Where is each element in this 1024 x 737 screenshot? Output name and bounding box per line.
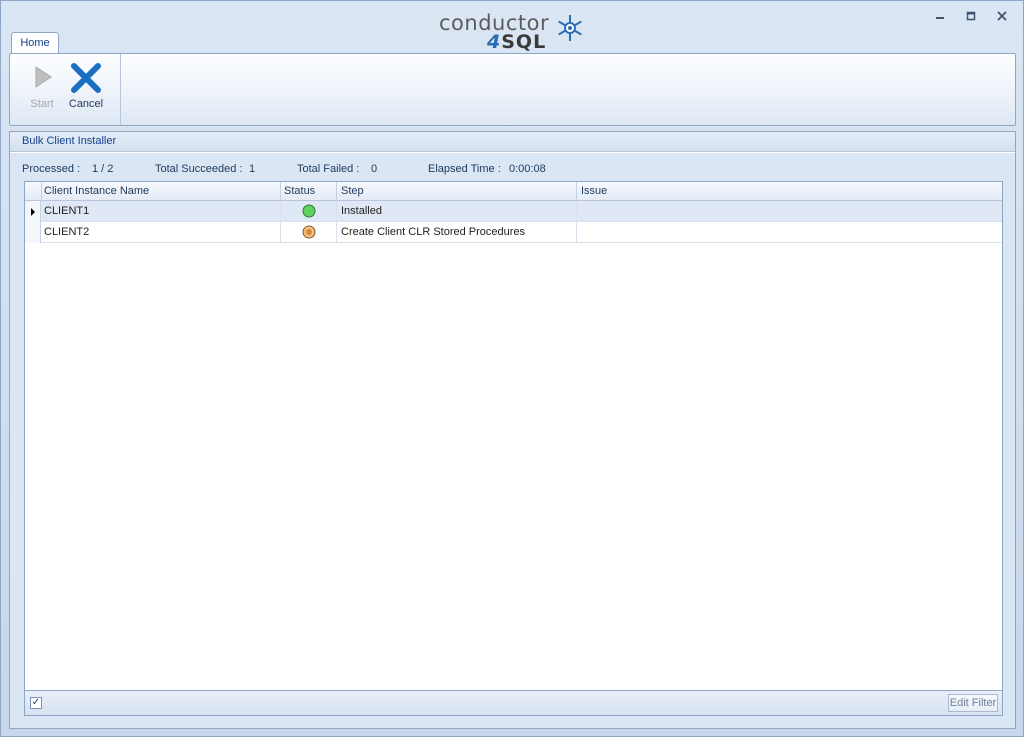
grid-filter-bar: ✓ Edit Filter xyxy=(24,691,1003,716)
edit-filter-button[interactable]: Edit Filter xyxy=(948,694,998,712)
cancel-label: Cancel xyxy=(68,98,104,110)
cell-issue xyxy=(577,222,1002,243)
row-indicator xyxy=(25,222,41,243)
processed-label: Processed : xyxy=(22,163,81,175)
tab-home[interactable]: Home xyxy=(11,32,59,54)
cancel-x-icon xyxy=(71,63,101,93)
cell-client-name: CLIENT1 xyxy=(40,201,281,222)
restore-button[interactable] xyxy=(960,7,982,25)
minimize-button[interactable] xyxy=(929,7,951,25)
panel-body: Processed : 1 / 2 Total Succeeded : 1 To… xyxy=(10,153,1015,728)
restore-icon xyxy=(966,11,976,21)
panel-title: Bulk Client Installer xyxy=(10,132,1015,152)
cell-status xyxy=(280,222,337,243)
elapsed-value: 0:00:08 xyxy=(509,163,546,175)
table-row[interactable]: CLIENT1 Installed xyxy=(25,201,1002,222)
app-window: conductor 4SQL Home Start Cancel Bulk Cl… xyxy=(0,0,1024,737)
start-label: Start xyxy=(30,98,54,110)
row-pointer-icon xyxy=(31,208,35,216)
filter-enabled-checkbox[interactable]: ✓ xyxy=(30,697,42,709)
ribbon-group-actions: Start Cancel xyxy=(10,54,121,125)
processed-value: 1 / 2 xyxy=(92,163,114,175)
cell-step: Create Client CLR Stored Procedures xyxy=(337,222,577,243)
elapsed-label: Elapsed Time : xyxy=(428,163,501,175)
table-row[interactable]: CLIENT2 Create Client CLR Stored Procedu… xyxy=(25,222,1002,243)
cell-step: Installed xyxy=(337,201,577,222)
row-indicator xyxy=(25,201,41,222)
snowflake-icon xyxy=(558,15,582,41)
conductor4sql-logo: conductor 4SQL xyxy=(437,9,589,55)
status-success-icon xyxy=(302,204,316,218)
logo-text-4sql: 4SQL xyxy=(487,31,547,53)
header-step[interactable]: Step xyxy=(337,182,577,201)
header-issue[interactable]: Issue xyxy=(577,182,1002,201)
failed-label: Total Failed : xyxy=(297,163,360,175)
bulk-installer-panel: Bulk Client Installer Processed : 1 / 2 … xyxy=(9,131,1016,729)
failed-value: 0 xyxy=(371,163,378,175)
clients-grid: Client Instance Name Status Step Issue C… xyxy=(24,181,1003,691)
close-icon xyxy=(997,11,1007,21)
cancel-button[interactable]: Cancel xyxy=(64,58,108,112)
close-button[interactable] xyxy=(991,7,1013,25)
start-button[interactable]: Start xyxy=(20,58,64,112)
grid-header: Client Instance Name Status Step Issue xyxy=(25,182,1002,201)
cell-issue xyxy=(577,201,1002,222)
status-in-progress-icon xyxy=(302,225,316,239)
title-bar: conductor 4SQL xyxy=(1,1,1023,53)
minimize-icon xyxy=(936,17,944,19)
succeeded-label: Total Succeeded : xyxy=(155,163,243,175)
header-client-instance-name[interactable]: Client Instance Name xyxy=(40,182,281,201)
cell-client-name: CLIENT2 xyxy=(40,222,281,243)
play-icon xyxy=(35,66,52,88)
succeeded-value: 1 xyxy=(249,163,256,175)
header-status[interactable]: Status xyxy=(280,182,337,201)
cell-status xyxy=(280,201,337,222)
ribbon: Start Cancel xyxy=(9,53,1016,126)
